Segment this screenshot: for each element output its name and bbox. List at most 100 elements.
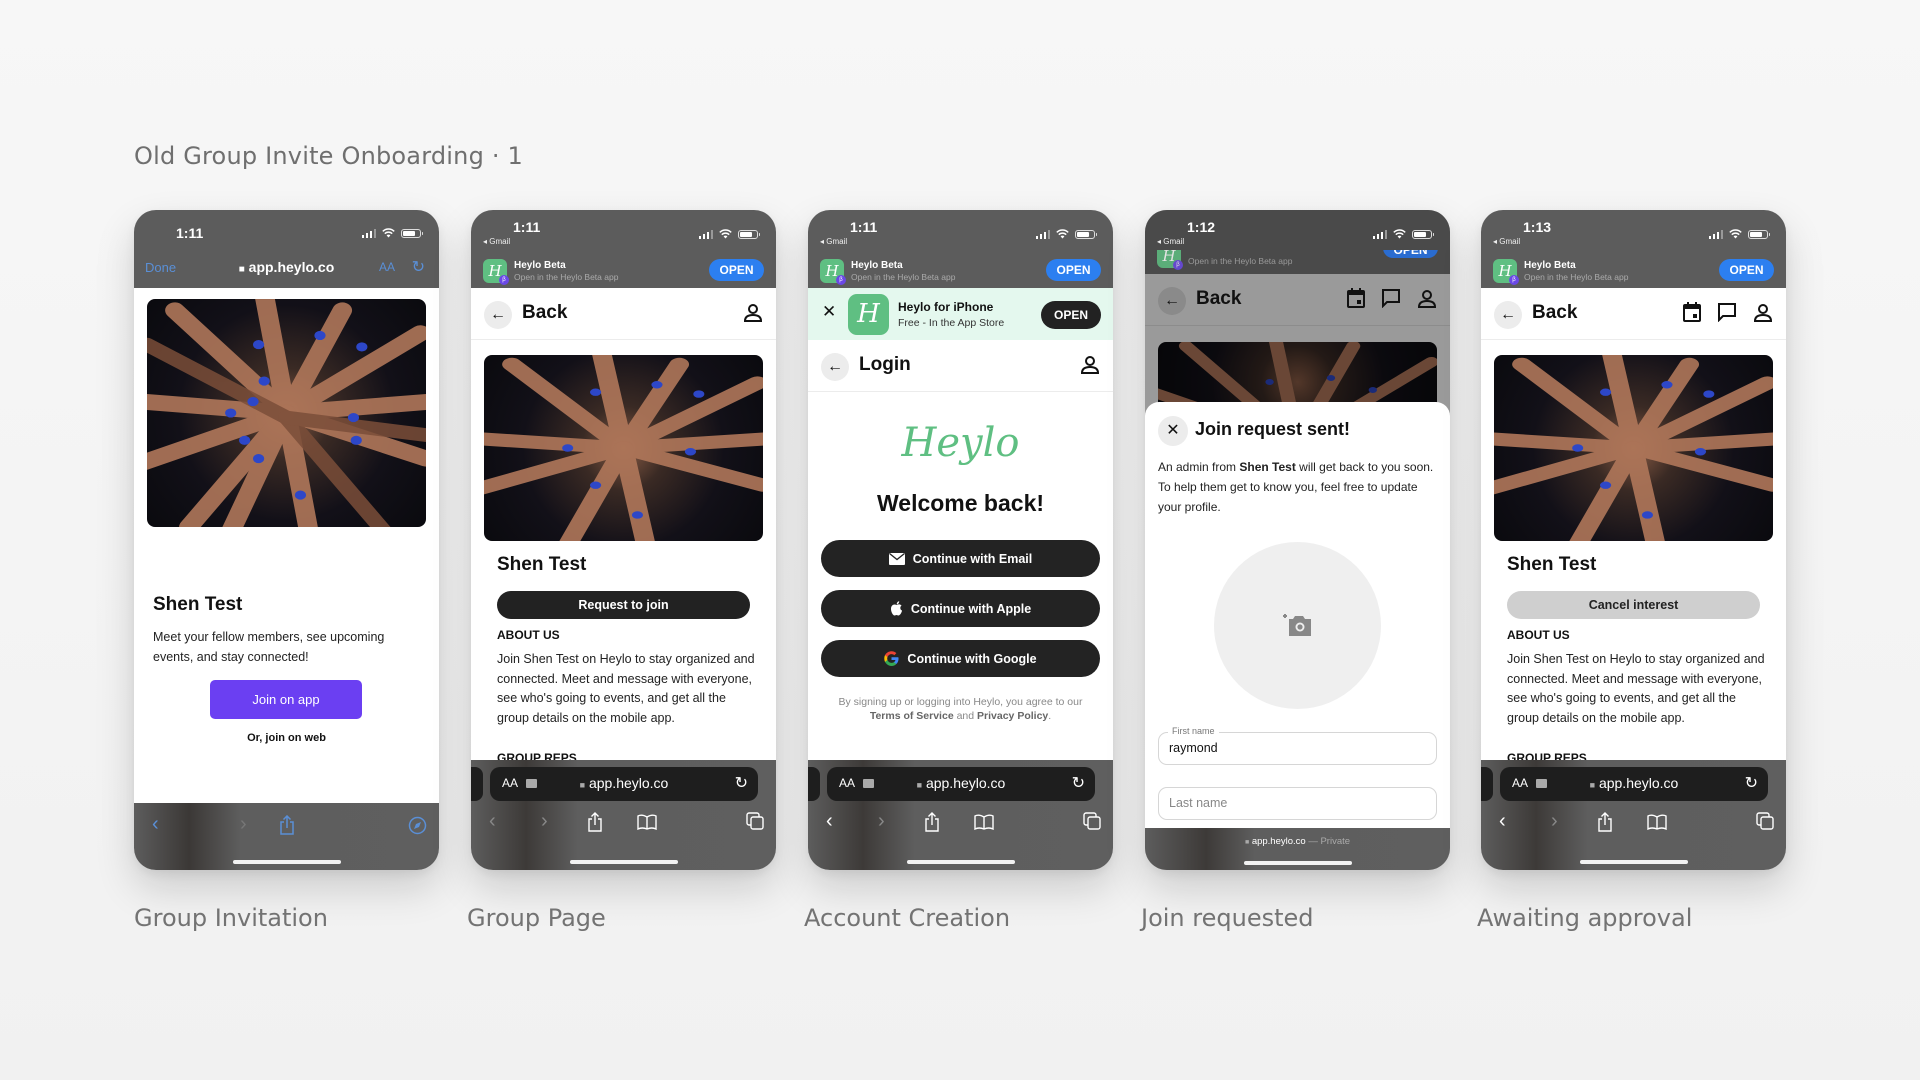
browser-toolbar-compact: ■ app.heylo.co — Private: [1145, 828, 1450, 870]
home-indicator: [1243, 861, 1352, 865]
cancel-interest-button[interactable]: Cancel interest: [1507, 591, 1760, 619]
terms-of-service-link[interactable]: Terms of Service: [870, 710, 954, 722]
address-bar[interactable]: AA ■ app.heylo.co ↻: [827, 767, 1095, 801]
join-on-app-button[interactable]: Join on app: [210, 680, 362, 719]
welcome-heading: Welcome back!: [876, 490, 1045, 516]
profile-icon[interactable]: [1417, 288, 1437, 310]
share-icon[interactable]: [279, 815, 295, 835]
status-icons: [698, 229, 760, 239]
add-photo-icon: [1283, 614, 1311, 636]
last-name-field[interactable]: Last name: [1158, 787, 1437, 820]
apple-button-label: Continue with Apple: [910, 601, 1032, 616]
group-photo: [1494, 355, 1773, 541]
url-text: app.heylo.co: [248, 259, 335, 275]
back-nav-icon[interactable]: ‹: [826, 810, 833, 833]
profile-icon[interactable]: [743, 302, 763, 324]
apple-icon: [890, 601, 902, 616]
share-icon[interactable]: [924, 812, 940, 832]
text-size-button[interactable]: AA: [379, 260, 395, 274]
appstore-open-button[interactable]: OPEN: [1041, 301, 1101, 329]
back-arrow-icon[interactable]: ←: [1158, 287, 1186, 315]
phone-group-invitation: 1:11 Done ■ app.heylo.co AA ↻ Shen Test …: [134, 210, 439, 870]
reload-icon[interactable]: ↻: [1072, 773, 1085, 793]
back-to-gmail[interactable]: ◂ Gmail: [1493, 237, 1520, 246]
forward-nav-icon[interactable]: ›: [1551, 810, 1558, 833]
join-on-web-link[interactable]: Or, join on web: [134, 732, 439, 744]
calendar-icon[interactable]: [1683, 302, 1701, 322]
close-icon[interactable]: ✕: [822, 302, 836, 322]
phone-account-creation: 1:11 ◂ Gmail Hβ Heylo Beta Open in the H…: [808, 210, 1113, 870]
profile-icon[interactable]: [1753, 302, 1773, 324]
back-arrow-icon[interactable]: ←: [1494, 301, 1522, 329]
first-name-field[interactable]: First name raymond: [1158, 726, 1437, 765]
back-arrow-icon[interactable]: ←: [484, 301, 512, 329]
address-bar[interactable]: AA ■ app.heylo.co ↻: [1500, 767, 1768, 801]
back-arrow-icon[interactable]: ←: [821, 353, 849, 381]
group-photo: [484, 355, 763, 541]
back-label[interactable]: Back: [1196, 288, 1241, 310]
forward-nav-icon[interactable]: ›: [541, 810, 548, 833]
share-icon[interactable]: [1597, 812, 1613, 832]
banner-subtitle: Open in the Heylo Beta app: [1524, 272, 1629, 282]
status-icons: [1372, 229, 1434, 239]
tabs-icon[interactable]: [746, 812, 764, 830]
tab-stub: [1481, 767, 1493, 801]
banner-open-button[interactable]: OPEN: [1719, 259, 1774, 281]
heylo-beta-app-icon: Hβ: [820, 259, 846, 285]
avatar-upload[interactable]: [1214, 542, 1381, 709]
group-name: Shen Test: [1507, 554, 1597, 575]
address-bar[interactable]: AA ■ app.heylo.co ↻: [490, 767, 758, 801]
back-to-gmail[interactable]: ◂ Gmail: [483, 237, 510, 246]
status-bar: 1:12 ◂ Gmail: [1145, 210, 1450, 250]
back-nav-icon[interactable]: ‹: [1499, 810, 1506, 833]
chat-icon[interactable]: [1381, 288, 1401, 308]
continue-with-google-button[interactable]: Continue with Google: [821, 640, 1100, 677]
phone-group-page: 1:11 ◂ Gmail Hβ Heylo Beta Open in the H…: [471, 210, 776, 870]
reload-icon[interactable]: ↻: [1745, 773, 1758, 793]
back-label[interactable]: Back: [522, 302, 567, 324]
heylo-logo: Heylo: [901, 420, 1020, 466]
login-title: Login: [859, 354, 911, 375]
bookmarks-icon[interactable]: [637, 814, 657, 830]
app-store-banner: ✕ H Heylo for iPhone Free - In the App S…: [808, 288, 1113, 340]
profile-icon[interactable]: [1080, 354, 1100, 376]
smart-app-banner: Hβ Heylo Beta Open in the Heylo Beta app…: [808, 256, 1113, 288]
address-compact[interactable]: ■ app.heylo.co — Private: [1145, 836, 1450, 847]
back-label[interactable]: Back: [1532, 302, 1577, 324]
privacy-policy-link[interactable]: Privacy Policy: [977, 710, 1048, 722]
reload-icon[interactable]: ↻: [735, 773, 748, 793]
bookmarks-icon[interactable]: [974, 814, 994, 830]
status-bar: 1:11 Done ■ app.heylo.co AA ↻: [134, 210, 439, 288]
battery-icon: [738, 229, 760, 239]
email-icon: [888, 552, 905, 565]
back-to-gmail[interactable]: ◂ Gmail: [820, 237, 847, 246]
request-to-join-button[interactable]: Request to join: [497, 591, 750, 619]
url-text: app.heylo.co: [925, 775, 1006, 791]
tabs-icon[interactable]: [1083, 812, 1101, 830]
calendar-icon[interactable]: [1347, 288, 1365, 308]
tab-stub: [808, 767, 820, 801]
url-text: app.heylo.co: [588, 775, 669, 791]
forward-nav-icon[interactable]: ›: [240, 813, 247, 836]
bookmarks-icon[interactable]: [1647, 814, 1667, 830]
continue-with-apple-button[interactable]: Continue with Apple: [821, 590, 1100, 627]
sheet-message: An admin from Shen Test will get back to…: [1158, 460, 1434, 514]
home-indicator: [232, 860, 341, 864]
reload-icon[interactable]: ↻: [412, 257, 425, 277]
banner-app-name: Heylo Beta: [851, 260, 903, 271]
close-icon[interactable]: ✕: [1158, 416, 1188, 446]
tabs-icon[interactable]: [1756, 812, 1774, 830]
back-nav-icon[interactable]: ‹: [152, 813, 159, 836]
compass-icon[interactable]: [408, 816, 427, 835]
back-to-gmail[interactable]: ◂ Gmail: [1157, 237, 1184, 246]
browser-toolbar: AA ■ app.heylo.co ↻ ‹ ›: [471, 760, 776, 870]
forward-nav-icon[interactable]: ›: [878, 810, 885, 833]
appstore-subtitle: Free - In the App Store: [898, 317, 1005, 329]
continue-with-email-button[interactable]: Continue with Email: [821, 540, 1100, 577]
app-header: ← Login: [808, 340, 1113, 392]
share-icon[interactable]: [587, 812, 603, 832]
chat-icon[interactable]: [1717, 302, 1737, 322]
banner-open-button[interactable]: OPEN: [1046, 259, 1101, 281]
banner-open-button[interactable]: OPEN: [709, 259, 764, 281]
back-nav-icon[interactable]: ‹: [489, 810, 496, 833]
